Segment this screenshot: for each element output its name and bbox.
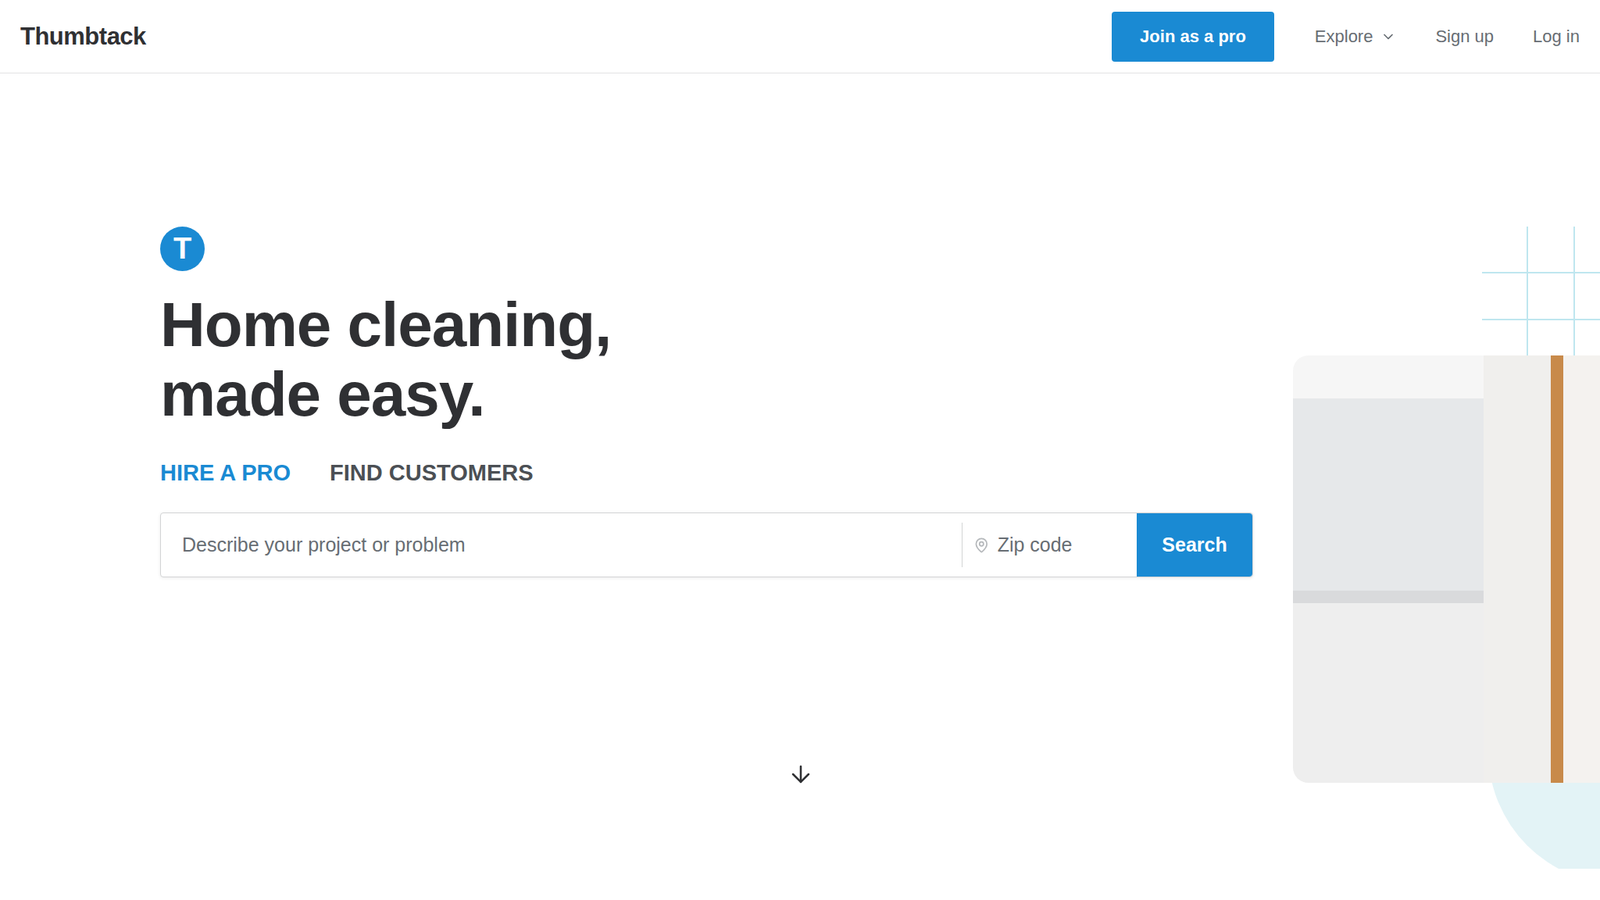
top-bar: ThumbtackJoin as a pro Explore Sign up Log … bbox=[0, 0, 1600, 74]
hero-visual bbox=[1292, 73, 1600, 900]
hero-content: T Home cleaning,made easy. HIRE A PRO FIND … bbox=[0, 73, 1293, 900]
search-bar: Search bbox=[160, 512, 1254, 578]
nav-link[interactable]: Explore bbox=[1314, 26, 1397, 47]
join-as-pro-button[interactable]: Join as a pro bbox=[1111, 11, 1275, 62]
scroll-down[interactable] bbox=[160, 760, 1293, 791]
arrow-down-icon[interactable] bbox=[787, 760, 815, 788]
title-line: Home cleaning, bbox=[160, 289, 1293, 360]
hero-title: Home cleaning,made easy. bbox=[160, 289, 1293, 429]
search-button[interactable]: Search bbox=[1136, 513, 1253, 577]
project-input[interactable] bbox=[160, 513, 962, 577]
kitchen-photo bbox=[1292, 355, 1600, 783]
zip-field bbox=[961, 522, 1137, 568]
circle-decoration-icon bbox=[1292, 782, 1600, 869]
mode-tabs: HIRE A PRO FIND CUSTOMERS bbox=[160, 460, 1293, 486]
zip-input[interactable] bbox=[996, 532, 1137, 558]
brand-mark-icon: T bbox=[160, 226, 205, 272]
chevron-down-icon bbox=[1380, 28, 1397, 45]
nav-link[interactable]: Sign up bbox=[1435, 26, 1494, 47]
title-line: made easy. bbox=[160, 359, 1293, 429]
mode-tab[interactable]: HIRE A PRO bbox=[160, 460, 291, 486]
grid-decoration-icon bbox=[1292, 226, 1600, 356]
nav-link[interactable]: Log in bbox=[1532, 26, 1580, 47]
location-pin-icon bbox=[973, 535, 990, 555]
thumbtack-logo[interactable]: Thumbtack bbox=[20, 22, 1112, 51]
hero: T Home cleaning,made easy. HIRE A PRO FIND … bbox=[0, 73, 1600, 900]
mode-tab[interactable]: FIND CUSTOMERS bbox=[329, 460, 533, 486]
page: ThumbtackJoin as a pro Explore Sign up Log … bbox=[0, 0, 1600, 900]
